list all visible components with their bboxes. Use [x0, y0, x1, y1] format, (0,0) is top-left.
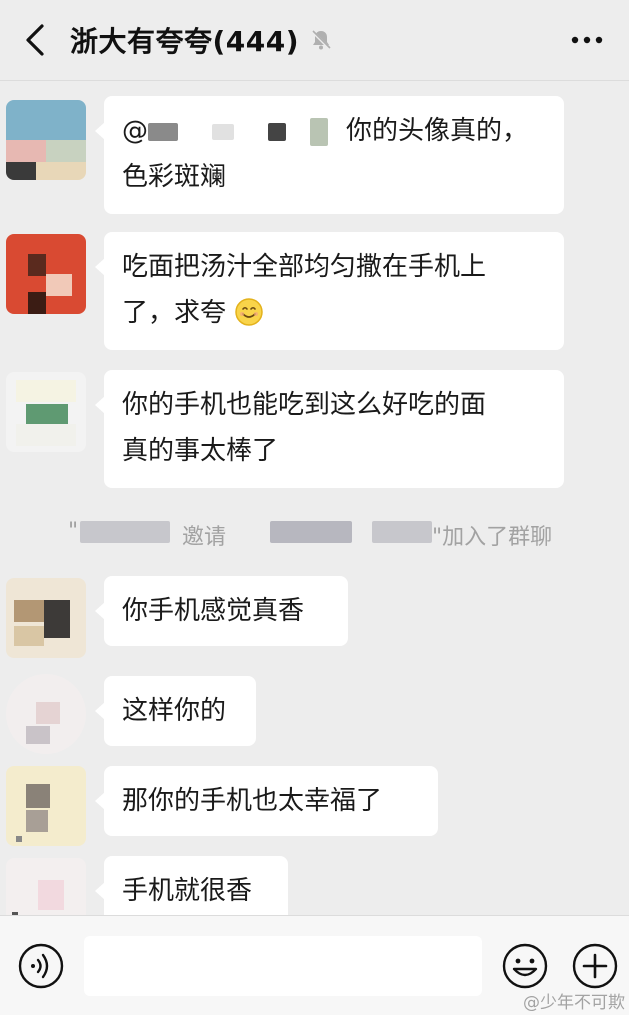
system-notice: " 邀请 "加入了群聊 — [0, 513, 629, 553]
avatar[interactable] — [6, 766, 86, 846]
more-dots-icon[interactable] — [567, 26, 607, 54]
redacted-name — [270, 521, 352, 543]
message-text: 这样你的 — [122, 696, 227, 726]
input-bar: @少年不可欺 — [0, 915, 629, 1015]
smile-emoji-icon — [235, 298, 264, 326]
notice-suffix: "加入了群聊 — [432, 525, 553, 550]
chevron-left-icon[interactable] — [20, 22, 50, 58]
message-bubble[interactable]: 手机就很香 — [95, 856, 288, 915]
message-text: 你的头像真的， — [346, 116, 529, 146]
message-line: @ 你的头像真的， — [122, 108, 546, 154]
message-text: 了，求夸 — [122, 298, 227, 328]
watermark: @少年不可欺 — [523, 993, 625, 1013]
group-title-area[interactable]: 浙大有夸夸(444) — [70, 20, 333, 60]
message-text: 你的手机也能吃到这么好吃的面 — [122, 390, 487, 420]
notice-quote: " — [68, 519, 79, 544]
avatar[interactable] — [6, 372, 86, 452]
avatar[interactable] — [6, 858, 86, 915]
message-bubble[interactable]: 你手机感觉真香 — [95, 576, 348, 646]
message-input[interactable] — [84, 936, 482, 996]
message-text: 真的事太棒了 — [122, 436, 279, 466]
message-text: 那你的手机也太幸福了 — [122, 786, 383, 816]
avatar[interactable] — [6, 100, 86, 180]
notice-invite: 邀请 — [182, 525, 227, 550]
message-bubble[interactable]: 那你的手机也太幸福了 — [95, 766, 438, 836]
avatar[interactable] — [6, 234, 86, 314]
group-title: 浙大有夸夸(444) — [70, 25, 300, 58]
message-bubble[interactable]: 这样你的 — [95, 676, 256, 746]
redacted-name — [268, 122, 286, 141]
plus-circle-icon[interactable] — [572, 943, 618, 989]
message-list[interactable]: @ 你的头像真的， 色彩斑斓 吃面把汤汁全部均匀撒在手机上 了，求夸 你的手机也… — [0, 80, 629, 915]
message-text: 你手机感觉真香 — [122, 596, 305, 626]
message-bubble[interactable]: 吃面把汤汁全部均匀撒在手机上 了，求夸 — [95, 232, 564, 350]
avatar[interactable] — [6, 578, 86, 658]
message-line: 了，求夸 — [122, 290, 546, 336]
redacted-name — [80, 521, 170, 543]
avatar[interactable] — [6, 674, 86, 754]
redacted-name — [212, 123, 234, 140]
message-bubble[interactable]: 你的手机也能吃到这么好吃的面 真的事太棒了 — [95, 370, 564, 488]
bell-off-icon — [310, 29, 332, 51]
emoji-icon[interactable] — [502, 943, 548, 989]
message-text: 手机就很香 — [122, 876, 253, 906]
message-text: 吃面把汤汁全部均匀撒在手机上 — [122, 252, 487, 282]
message-text: 色彩斑斓 — [122, 162, 227, 192]
voice-icon[interactable] — [18, 943, 64, 989]
message-bubble[interactable]: @ 你的头像真的， 色彩斑斓 — [95, 96, 564, 214]
mention-at: @ — [122, 116, 148, 146]
redacted-name — [310, 117, 328, 146]
chat-header: 浙大有夸夸(444) — [0, 0, 629, 81]
redacted-name — [372, 521, 432, 543]
redacted-name — [148, 122, 178, 141]
